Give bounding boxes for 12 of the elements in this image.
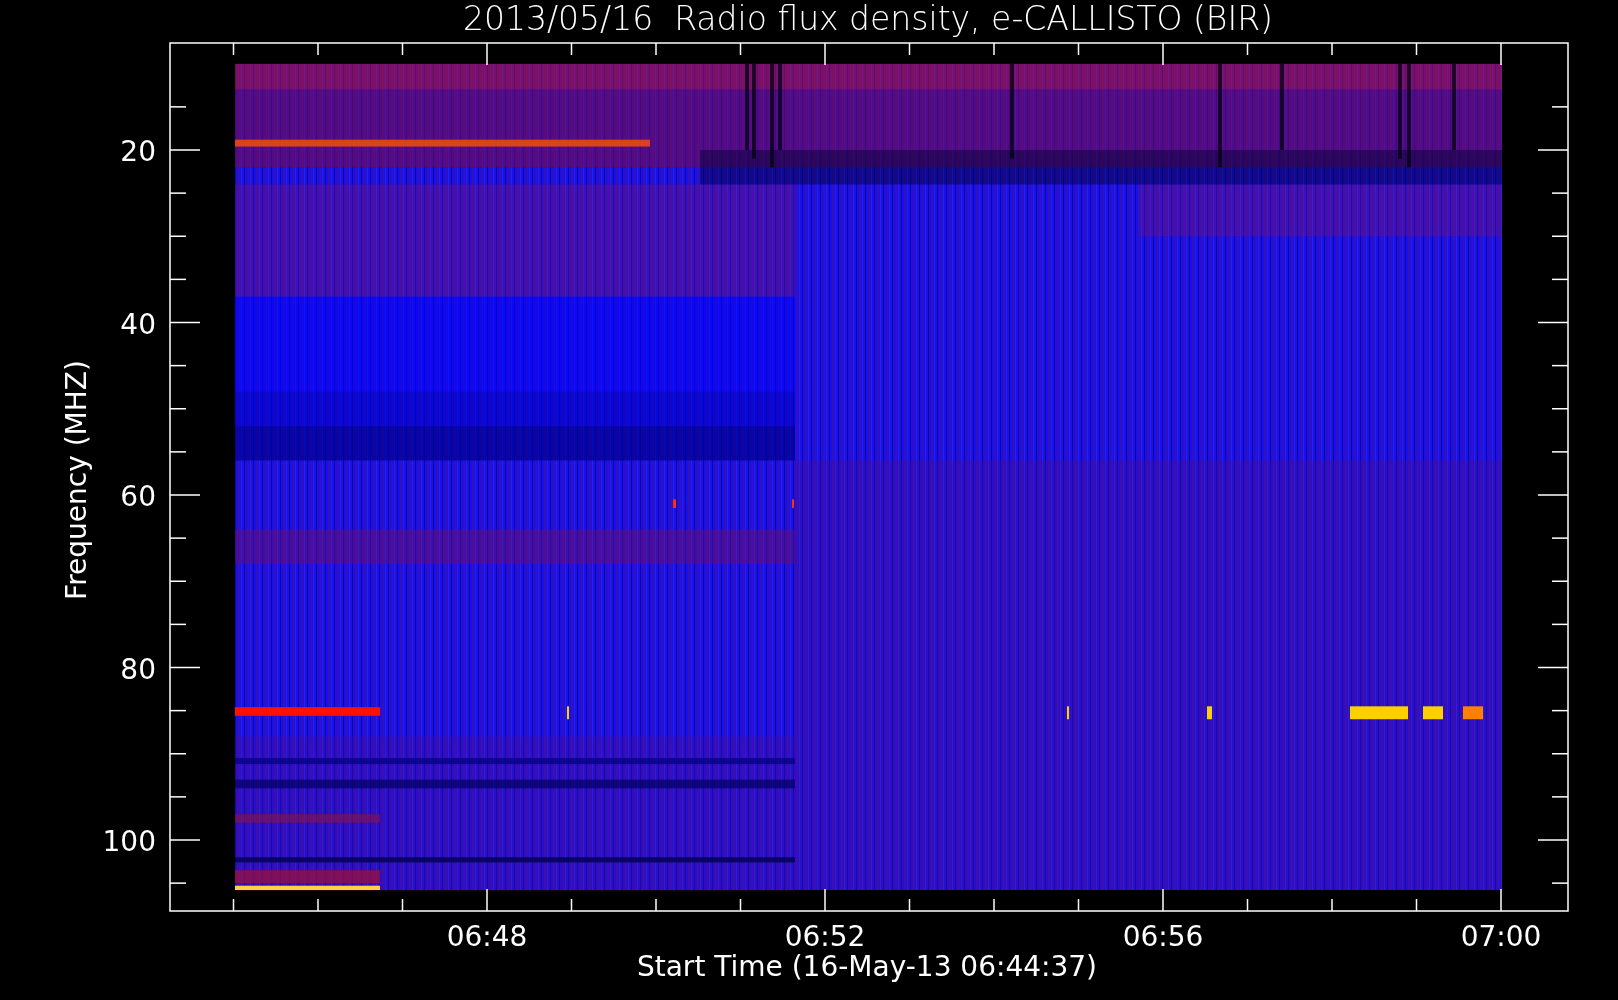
x-tick-label: 06:52	[784, 920, 866, 953]
x-tick-label: 07:00	[1460, 920, 1542, 953]
y-tick-label: 40	[120, 307, 156, 341]
y-tick-label: 60	[120, 480, 156, 513]
x-tick-label: 06:56	[1122, 920, 1204, 953]
y-tick-label: 100	[102, 825, 156, 858]
y-tick-label: 20	[120, 135, 156, 168]
x-tick-label: 06:48	[446, 920, 528, 953]
y-tick-label: 80	[120, 652, 156, 686]
x-axis-label: Start Time (16-May-13 06:44:37)	[636, 950, 1098, 983]
plot-title: 2013/05/16 Radio flux density, e-CALLISTO (BIR)	[463, 0, 1273, 38]
y-axis-label: Frequency (MHZ)	[60, 360, 93, 600]
